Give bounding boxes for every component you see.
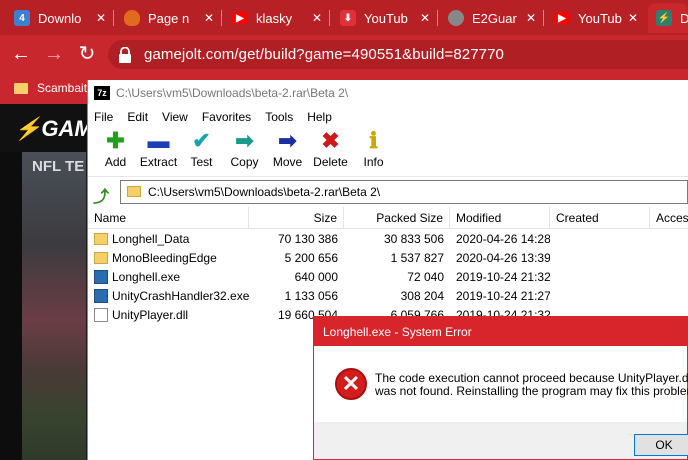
folder-icon — [14, 82, 28, 94]
lock-icon — [119, 46, 131, 63]
window-titlebar[interactable]: 7z C:\Users\vm5\Downloads\beta-2.rar\Bet… — [88, 80, 688, 106]
column-packed-size[interactable]: Packed Size — [344, 206, 450, 229]
site-sidebar — [0, 152, 22, 460]
folder-icon — [94, 251, 108, 264]
browser-tab[interactable]: ▶ YouTub ✕ — [546, 3, 646, 33]
tab-label: YouTub — [364, 10, 408, 26]
bookmark-label: Scambait — [37, 81, 88, 95]
info-icon: ℹ — [369, 128, 378, 153]
folder-icon — [127, 186, 141, 197]
close-icon[interactable]: ✕ — [628, 11, 638, 25]
tab-label: E2Guar — [472, 10, 517, 26]
up-folder-icon[interactable]: ⤴ — [92, 183, 110, 206]
menu-favorites[interactable]: Favorites — [202, 110, 251, 124]
image-caption: NFL TE — [32, 158, 85, 175]
browser-tab[interactable]: ⬇ YouTub ✕ — [332, 3, 438, 33]
browser-tab[interactable]: ▶ klasky ✕ — [224, 3, 330, 33]
address-bar[interactable]: gamejolt.com/get/build?game=490551&build… — [108, 40, 688, 69]
tab-label: klasky — [256, 10, 293, 26]
menu-bar: File Edit View Favorites Tools Help — [88, 106, 688, 128]
tab-label: D — [680, 10, 688, 26]
close-icon[interactable]: ✕ — [526, 11, 536, 25]
site-image: NFL TE — [22, 152, 86, 460]
tab-label: YouTub — [578, 10, 622, 26]
globe-icon — [448, 10, 464, 26]
copy-arrow-icon: ➡ — [235, 128, 254, 153]
menu-edit[interactable]: Edit — [127, 110, 148, 124]
7zip-icon: 7z — [94, 86, 110, 100]
toolbar: ✚ Add ▬ Extract ✔ Test ➡ Copy ➡ Move ✖ D… — [88, 128, 688, 176]
download-icon: ⬇ — [340, 10, 356, 26]
dialog-message: The code execution cannot proceed becaus… — [375, 371, 688, 398]
delete-x-icon: ✖ — [321, 128, 340, 153]
bolt-icon: ⚡ — [14, 116, 42, 141]
menu-view[interactable]: View — [162, 110, 188, 124]
dialog-title: Longhell.exe - System Error — [323, 324, 472, 339]
copy-button[interactable]: ➡ Copy — [223, 130, 266, 176]
file-row[interactable]: Longhell.exe 640 000 72 040 2019-10-24 2… — [88, 267, 688, 286]
forward-icon[interactable]: → — [42, 43, 66, 67]
column-created[interactable]: Created — [550, 206, 650, 229]
menu-file[interactable]: File — [94, 110, 113, 124]
browser-tab-active[interactable]: ⚡ D — [648, 3, 688, 33]
browser-tab[interactable]: E2Guar ✕ — [440, 3, 544, 33]
dialog-body: ✕ The code execution cannot proceed beca… — [314, 346, 688, 422]
exe-file-icon — [94, 288, 108, 303]
reload-icon[interactable]: ↻ — [75, 43, 99, 67]
column-modified[interactable]: Modified — [450, 206, 550, 229]
menu-tools[interactable]: Tools — [265, 110, 293, 124]
dialog-footer: OK — [314, 422, 688, 459]
close-icon[interactable]: ✕ — [312, 11, 322, 25]
ok-button[interactable]: OK — [634, 434, 688, 456]
path-input[interactable]: C:\Users\vm5\Downloads\beta-2.rar\Beta 2… — [120, 179, 688, 204]
move-button[interactable]: ➡ Move — [266, 130, 309, 176]
dll-file-icon — [94, 307, 108, 322]
site-logo[interactable]: ⚡GAM — [14, 116, 93, 142]
close-icon[interactable]: ✕ — [420, 11, 430, 25]
file-row[interactable]: MonoBleedingEdge 5 200 656 1 537 827 202… — [88, 248, 688, 267]
column-size[interactable]: Size — [249, 206, 344, 229]
browser-tab[interactable]: 4 Downlo ✕ — [6, 3, 114, 33]
youtube-icon: ▶ — [232, 12, 248, 24]
address-row: ⤴ C:\Users\vm5\Downloads\beta-2.rar\Beta… — [88, 176, 688, 206]
close-icon[interactable]: ✕ — [204, 11, 214, 25]
delete-button[interactable]: ✖ Delete — [309, 130, 352, 176]
file-list: Name Size Packed Size Modified Created A… — [88, 206, 688, 324]
dialog-titlebar[interactable]: Longhell.exe - System Error — [314, 317, 687, 346]
folder-icon — [94, 232, 108, 245]
move-arrow-icon: ➡ — [278, 128, 297, 153]
minus-icon: ▬ — [147, 128, 170, 153]
tab-label: Downlo — [38, 10, 82, 26]
info-button[interactable]: ℹ Info — [352, 130, 395, 176]
exe-file-icon — [94, 269, 108, 284]
4-icon: 4 — [14, 10, 30, 26]
tab-label: Page n — [148, 10, 190, 26]
test-button[interactable]: ✔ Test — [180, 130, 223, 176]
path-text: C:\Users\vm5\Downloads\beta-2.rar\Beta 2… — [148, 184, 381, 199]
column-header-row: Name Size Packed Size Modified Created A… — [88, 206, 688, 229]
url-text: gamejolt.com/get/build?game=490551&build… — [144, 46, 504, 63]
file-row[interactable]: UnityCrashHandler32.exe 1 133 056 308 20… — [88, 286, 688, 305]
menu-help[interactable]: Help — [307, 110, 332, 124]
youtube-icon: ▶ — [554, 12, 570, 24]
bookmark-folder[interactable]: Scambait — [14, 81, 87, 95]
back-icon[interactable]: ← — [9, 43, 33, 67]
browser-tab[interactable]: Page n ✕ — [116, 3, 222, 33]
plus-icon: ✚ — [106, 128, 125, 153]
check-icon: ✔ — [192, 128, 211, 153]
gamejolt-icon: ⚡ — [656, 10, 672, 26]
browser-toolbar: ← → ↻ gamejolt.com/get/build?game=490551… — [0, 35, 688, 74]
file-row[interactable]: Longhell_Data 70 130 386 30 833 506 2020… — [88, 229, 688, 248]
column-name[interactable]: Name — [88, 206, 249, 229]
tab-strip: 4 Downlo ✕ Page n ✕ ▶ klasky ✕ ⬇ YouTub … — [0, 0, 688, 35]
extract-button[interactable]: ▬ Extract — [137, 130, 180, 176]
system-error-dialog: Longhell.exe - System Error ✕ The code e… — [313, 316, 688, 460]
error-icon: ✕ — [335, 368, 367, 400]
column-access[interactable]: Access — [650, 207, 688, 229]
window-title: C:\Users\vm5\Downloads\beta-2.rar\Beta 2… — [116, 86, 349, 100]
add-button[interactable]: ✚ Add — [94, 130, 137, 176]
flame-icon — [124, 10, 140, 26]
close-icon[interactable]: ✕ — [96, 11, 106, 25]
